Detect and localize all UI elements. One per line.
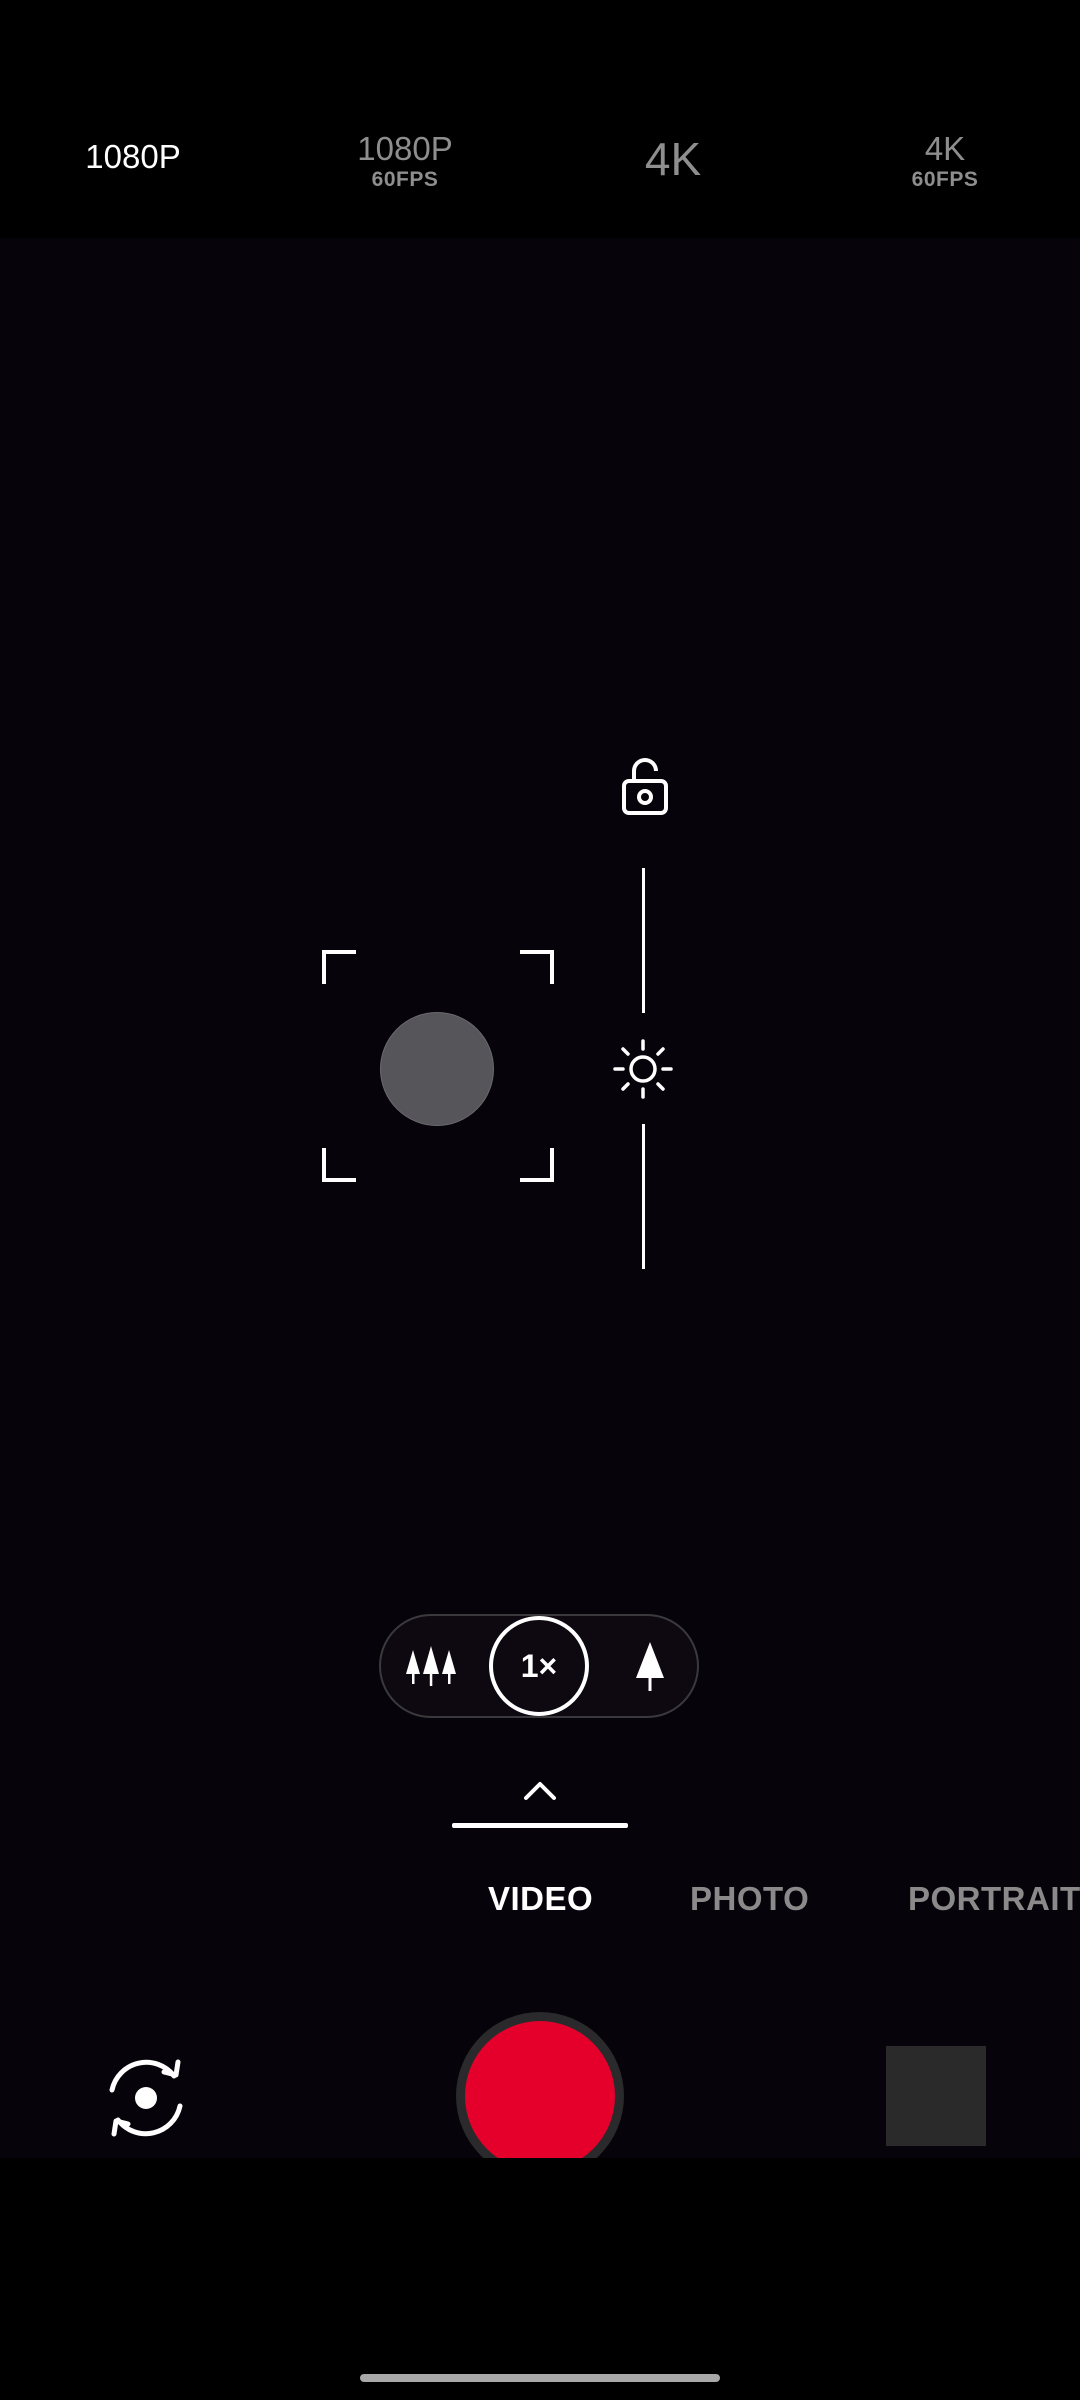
chevron-up-icon[interactable] [520, 1778, 560, 1802]
home-gesture-handle[interactable] [360, 2374, 720, 2382]
resolution-label: 4K [644, 133, 702, 185]
navigation-bar [0, 2158, 1080, 2400]
flip-camera-icon[interactable] [98, 2050, 194, 2146]
mode-video[interactable]: VIDEO [488, 1880, 593, 1918]
fps-label: 60FPS [911, 168, 979, 191]
zoom-1x-button[interactable]: 1× [489, 1616, 589, 1716]
resolution-option-1080p-60fps[interactable]: 1080P 60FPS [330, 132, 480, 190]
resolution-label: 1080P [85, 138, 181, 175]
resolution-option-4k-60fps[interactable]: 4K 60FPS [870, 132, 1020, 190]
focus-corner-top-left [322, 950, 356, 984]
camera-screen: 1080P 1080P 60FPS 4K 4K 60FPS 1× VIDEO P… [0, 0, 1080, 2400]
resolution-label: 1080P [357, 130, 453, 167]
mode-selected-indicator [452, 1823, 628, 1828]
exposure-slider-track-upper[interactable] [642, 868, 645, 1013]
unlock-icon[interactable] [620, 755, 670, 817]
trees-wide-icon[interactable] [404, 1644, 458, 1688]
resolution-bar: 1080P 1080P 60FPS 4K 4K 60FPS [0, 0, 1080, 238]
focus-corner-bottom-left [322, 1148, 356, 1182]
mode-photo[interactable]: PHOTO [690, 1880, 809, 1918]
mode-portrait[interactable]: PORTRAIT [908, 1880, 1080, 1918]
tree-tele-icon[interactable] [630, 1640, 670, 1692]
fps-label: 60FPS [371, 168, 439, 191]
resolution-label: 4K [924, 130, 966, 167]
viewfinder[interactable] [0, 238, 1080, 2158]
sun-icon[interactable] [612, 1038, 674, 1100]
resolution-option-1080p[interactable]: 1080P [58, 140, 208, 173]
record-button[interactable] [465, 2021, 615, 2171]
gallery-thumbnail[interactable] [886, 2046, 986, 2146]
resolution-option-4k[interactable]: 4K [598, 136, 748, 182]
focus-corner-top-right [520, 950, 554, 984]
focus-point[interactable] [380, 1012, 494, 1126]
focus-corner-bottom-right [520, 1148, 554, 1182]
exposure-slider-track-lower[interactable] [642, 1124, 645, 1269]
